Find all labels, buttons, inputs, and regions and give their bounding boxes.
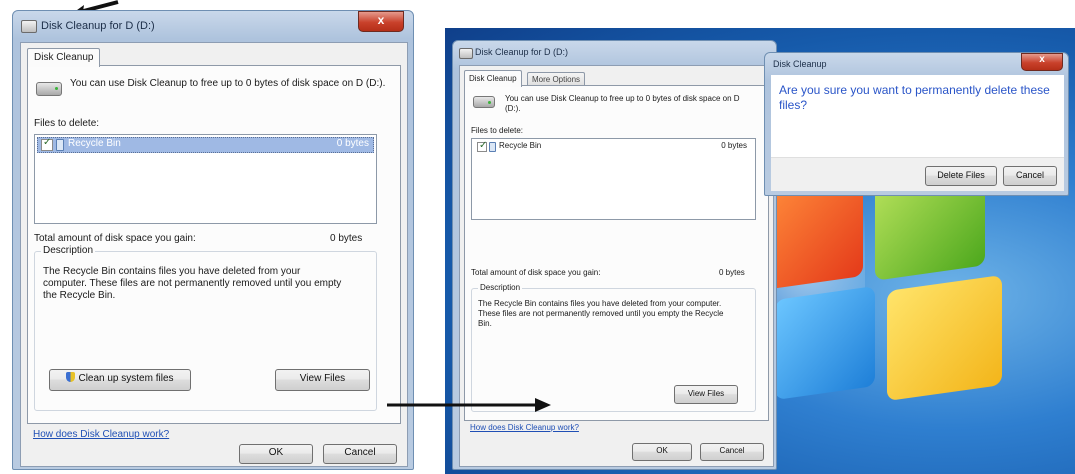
recycle-bin-icon <box>489 142 496 152</box>
intro-text: You can use Disk Cleanup to free up to 0… <box>505 94 740 113</box>
confirm-delete-dialog: Disk Cleanup x Are you sure you want to … <box>764 52 1069 196</box>
list-item[interactable]: Recycle Bin 0 bytes <box>37 137 374 153</box>
checkbox[interactable] <box>477 140 487 152</box>
windows-logo-blue <box>775 285 875 401</box>
ok-button[interactable]: OK <box>239 444 313 464</box>
close-icon: x <box>1039 54 1045 65</box>
windows-logo-red <box>763 180 863 291</box>
description-group: Description The Recycle Bin contains fil… <box>471 283 756 412</box>
window-title: Disk Cleanup for D (D:) <box>41 20 155 32</box>
files-to-delete-label: Files to delete: <box>34 118 100 129</box>
list-item-size: 0 bytes <box>336 138 369 149</box>
list-item-size: 0 bytes <box>721 141 747 150</box>
disk-cleanup-icon <box>21 20 37 33</box>
list-item[interactable]: Recycle Bin 0 bytes <box>474 140 753 153</box>
files-to-delete-label: Files to delete: <box>471 126 524 135</box>
total-gain-value: 0 bytes <box>330 233 363 244</box>
title-bar[interactable]: Disk Cleanup x <box>765 53 1068 75</box>
help-link[interactable]: How does Disk Cleanup work? <box>470 423 579 432</box>
cancel-button[interactable]: Cancel <box>1003 166 1057 186</box>
description-label: Description <box>41 245 96 256</box>
recycle-bin-icon <box>56 139 64 151</box>
checkbox[interactable] <box>41 137 53 151</box>
description-group: Description The Recycle Bin contains fil… <box>34 245 377 411</box>
uac-shield-icon <box>66 372 76 382</box>
description-text: The Recycle Bin contains files you have … <box>478 299 724 328</box>
tab-disk-cleanup[interactable]: Disk Cleanup <box>27 48 101 67</box>
description-label: Description <box>478 283 523 292</box>
delete-files-button[interactable]: Delete Files <box>925 166 997 186</box>
total-gain-label: Total amount of disk space you gain: <box>34 233 196 244</box>
clean-up-system-files-label: Clean up system files <box>78 373 174 384</box>
close-button[interactable]: x <box>1021 53 1063 71</box>
dialog-message: Are you sure you want to permanently del… <box>779 83 1050 112</box>
view-files-button[interactable]: View Files <box>275 369 370 391</box>
description-text: The Recycle Bin contains files you have … <box>43 266 342 301</box>
windows-logo-yellow <box>887 274 1002 402</box>
clean-up-system-files-button[interactable]: Clean up system files <box>49 369 191 391</box>
tab-panel: You can use Disk Cleanup to free up to 0… <box>464 85 769 421</box>
dialog-title: Disk Cleanup <box>773 59 827 69</box>
window-client-area: Disk Cleanup You can use Disk Cleanup to… <box>20 42 408 467</box>
help-link[interactable]: How does Disk Cleanup work? <box>33 429 169 440</box>
view-files-button[interactable]: View Files <box>674 385 738 404</box>
tab-panel: You can use Disk Cleanup to free up to 0… <box>27 65 401 424</box>
drive-icon <box>36 82 62 96</box>
total-gain-value: 0 bytes <box>719 268 745 277</box>
transition-arrow-icon <box>387 398 551 412</box>
list-item-name: Recycle Bin <box>68 138 121 149</box>
close-button[interactable]: x <box>358 11 404 32</box>
dialog-button-bar: Delete Files Cancel <box>771 157 1064 191</box>
files-listbox[interactable]: Recycle Bin 0 bytes <box>34 134 377 224</box>
window-title: Disk Cleanup for D (D:) <box>475 47 569 57</box>
intro-text: You can use Disk Cleanup to free up to 0… <box>70 78 386 89</box>
dialog-message-area: Are you sure you want to permanently del… <box>771 75 1064 157</box>
total-gain-label: Total amount of disk space you gain: <box>471 268 601 277</box>
cancel-button[interactable]: Cancel <box>700 443 764 461</box>
list-item-name: Recycle Bin <box>499 141 542 150</box>
tab-disk-cleanup[interactable]: Disk Cleanup <box>464 70 522 87</box>
cancel-button[interactable]: Cancel <box>323 444 397 464</box>
files-listbox[interactable]: Recycle Bin 0 bytes <box>471 138 756 220</box>
close-icon: x <box>377 13 385 27</box>
title-bar[interactable]: Disk Cleanup for D (D:) x <box>13 11 413 41</box>
drive-icon <box>473 96 495 108</box>
disk-cleanup-icon <box>459 48 473 59</box>
disk-cleanup-window-1: Disk Cleanup for D (D:) x Disk Cleanup Y… <box>12 10 414 470</box>
ok-button[interactable]: OK <box>632 443 692 461</box>
